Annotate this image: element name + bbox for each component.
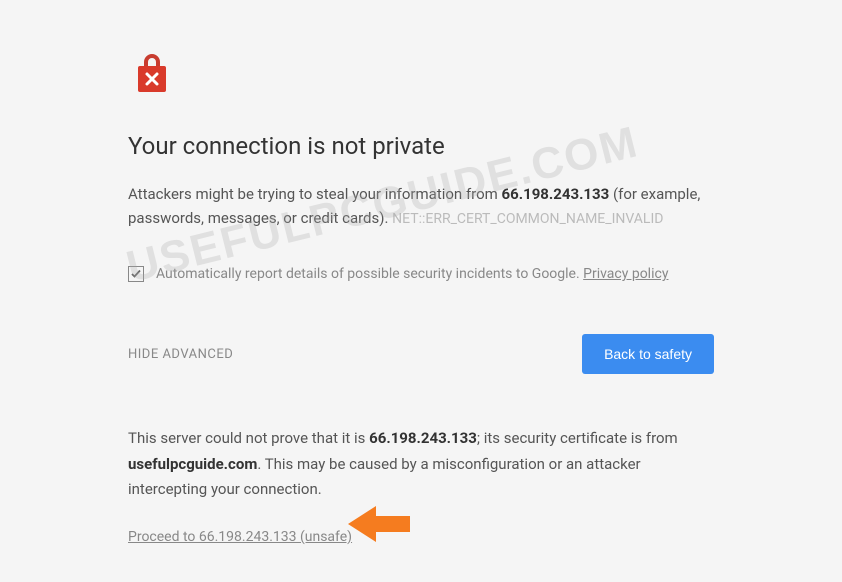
cert-mid: ; its security certificate is from — [477, 429, 678, 447]
report-checkbox[interactable] — [128, 266, 144, 282]
cert-domain: usefulpcguide.com — [128, 455, 257, 473]
certificate-message: This server could not prove that it is 6… — [128, 426, 714, 503]
report-checkbox-row: Automatically report details of possible… — [128, 266, 714, 282]
back-to-safety-button[interactable]: Back to safety — [582, 334, 714, 374]
proceed-unsafe-link[interactable]: Proceed to 66.198.243.133 (unsafe) — [128, 529, 352, 545]
page-title: Your connection is not private — [128, 132, 714, 160]
warning-message: Attackers might be trying to steal your … — [128, 182, 714, 230]
lock-warning-icon — [128, 48, 176, 96]
cert-prefix: This server could not prove that it is — [128, 429, 369, 447]
privacy-policy-link[interactable]: Privacy policy — [583, 266, 668, 282]
error-code: NET::ERR_CERT_COMMON_NAME_INVALID — [392, 211, 663, 227]
checkbox-label: Automatically report details of possible… — [156, 266, 583, 282]
warning-ip: 66.198.243.133 — [502, 185, 610, 203]
annotation-arrow-icon — [348, 506, 410, 546]
hide-advanced-button[interactable]: HIDE ADVANCED — [128, 347, 233, 362]
warning-prefix: Attackers might be trying to steal your … — [128, 185, 502, 203]
cert-ip: 66.198.243.133 — [369, 429, 477, 447]
